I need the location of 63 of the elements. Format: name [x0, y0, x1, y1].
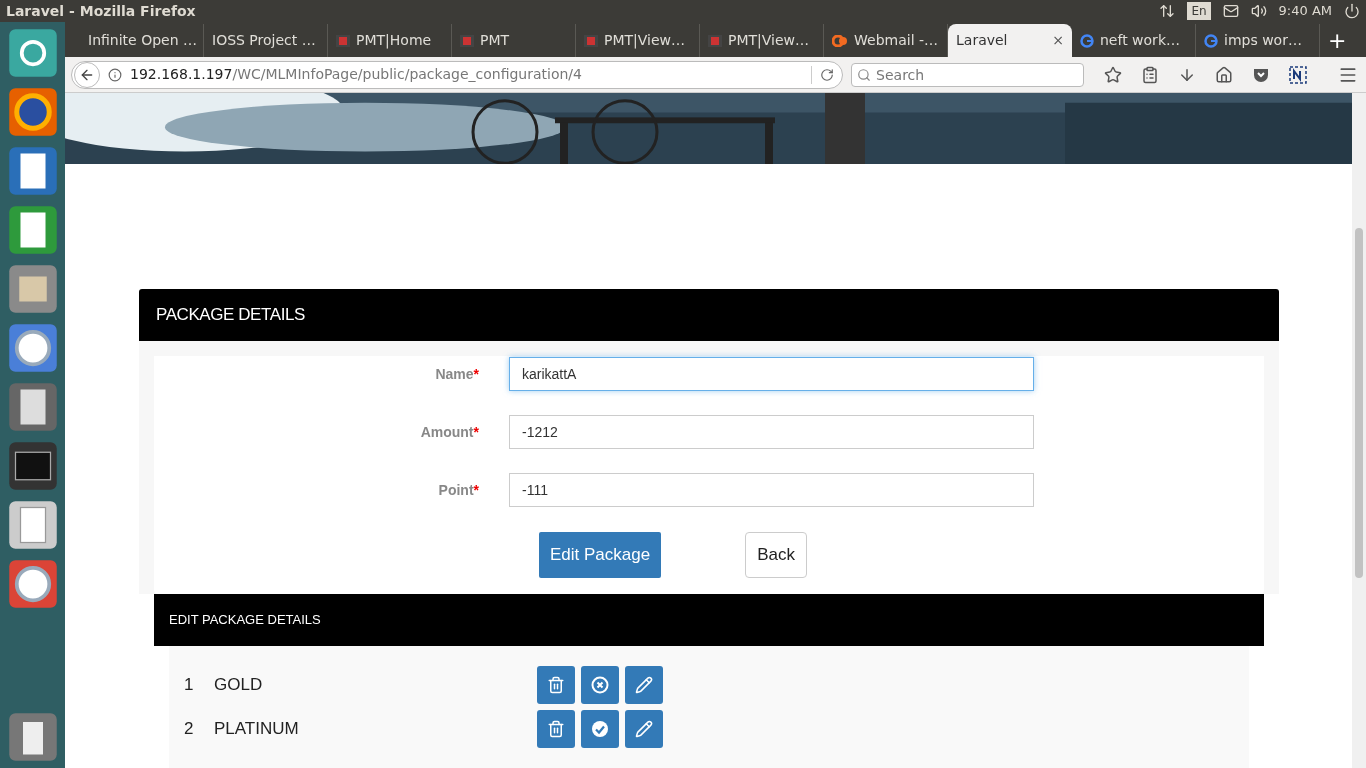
launcher-icon[interactable] — [7, 146, 58, 196]
edit-button[interactable] — [625, 710, 663, 748]
favicon-icon — [1080, 33, 1094, 48]
pencil-icon — [635, 720, 653, 738]
launcher-icon[interactable] — [7, 323, 58, 373]
text-field[interactable]: -111 — [509, 473, 1034, 507]
launcher-icon[interactable] — [7, 205, 58, 255]
reload-icon[interactable] — [820, 67, 835, 82]
url-text: 192.168.1.197/WC/MLMInfoPage/public/package_configuration/4 — [130, 65, 582, 84]
back-button[interactable]: Back — [745, 532, 807, 578]
trash-icon — [547, 676, 565, 694]
home-icon[interactable] — [1215, 65, 1233, 84]
power-icon[interactable] — [1344, 3, 1360, 19]
field-label: Name* — [434, 364, 480, 384]
launcher-icon[interactable] — [7, 87, 58, 137]
pencil-icon — [635, 676, 653, 694]
search-field[interactable]: Search — [851, 62, 1084, 87]
keyboard-indicator[interactable]: En — [1187, 2, 1211, 20]
trash-icon — [547, 720, 565, 738]
info-icon[interactable] — [108, 67, 122, 82]
search-icon — [857, 67, 872, 82]
window-title: Laravel - Mozilla Firefox — [6, 1, 196, 21]
close-tab-button[interactable]: × — [1052, 30, 1064, 51]
panel-title: PACKAGE DETAILS — [156, 304, 305, 327]
scrollbar[interactable] — [1352, 93, 1366, 768]
favicon-icon — [1204, 33, 1218, 48]
mail-icon[interactable] — [1222, 3, 1239, 19]
edit-button[interactable] — [625, 666, 663, 704]
reader-list-icon[interactable] — [1141, 65, 1159, 84]
new-tab-button[interactable]: + — [1320, 24, 1355, 57]
package-name: GOLD — [214, 674, 264, 697]
launcher-icon[interactable] — [7, 264, 58, 314]
launcher-icon[interactable] — [7, 559, 58, 609]
note-plus-icon[interactable] — [1289, 65, 1307, 84]
favicon-icon — [336, 34, 350, 47]
network-icon[interactable] — [1159, 3, 1176, 19]
launcher-icon[interactable] — [7, 500, 58, 550]
favicon-icon — [708, 34, 722, 47]
text-field[interactable]: karikattA — [509, 357, 1034, 391]
clock[interactable]: 9:40 AM — [1278, 1, 1332, 21]
status-toggle-button[interactable] — [581, 710, 619, 748]
field-label: Point* — [437, 480, 480, 500]
status-toggle-button[interactable] — [581, 666, 619, 704]
favicon-icon — [832, 34, 848, 47]
launcher-icon[interactable] — [7, 28, 58, 78]
favicon-icon — [584, 34, 598, 47]
package-name: PLATINUM — [214, 718, 300, 741]
delete-button[interactable] — [537, 666, 575, 704]
favicon-icon — [460, 34, 474, 47]
browser-tab[interactable]: Laravel × — [948, 24, 1072, 57]
text-field[interactable]: -1212 — [509, 415, 1034, 449]
launcher-icon[interactable] — [7, 382, 58, 432]
delete-button[interactable] — [537, 710, 575, 748]
list-title: EDIT PACKAGE DETAILS — [169, 611, 321, 630]
edit-package-button[interactable]: Edit Package — [539, 532, 662, 578]
row-number: 1 — [183, 674, 195, 697]
launcher-icon[interactable] — [7, 441, 58, 491]
row-number: 2 — [183, 718, 195, 741]
url-bar[interactable]: 192.168.1.197/WC/MLMInfoPage/public/package_configuration/4 — [71, 60, 844, 89]
bookmark-star-icon[interactable] — [1104, 65, 1122, 84]
volume-icon[interactable] — [1250, 3, 1267, 19]
launcher-icon[interactable] — [7, 712, 58, 762]
field-label: Amount* — [419, 422, 480, 442]
